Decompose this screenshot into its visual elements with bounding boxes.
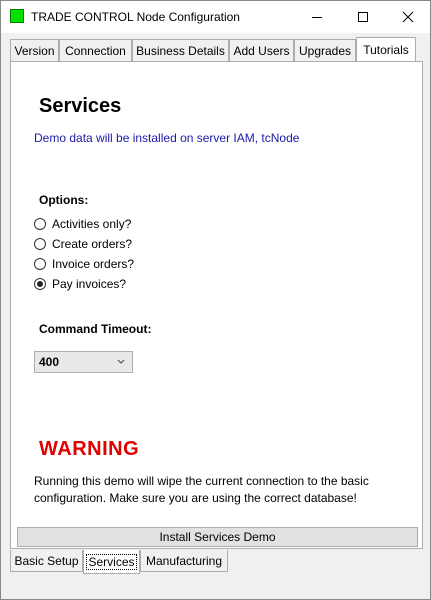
tab-services[interactable]: Services [83, 550, 140, 574]
option-label: Invoice orders? [52, 257, 135, 271]
warning-title: WARNING [39, 438, 140, 460]
minimize-icon [312, 17, 322, 18]
close-icon [402, 11, 414, 23]
radio-button[interactable] [34, 258, 46, 270]
tab-manufacturing[interactable]: Manufacturing [140, 550, 228, 572]
chevron-down-icon [117, 359, 125, 364]
option-create-orders[interactable]: Create orders? [34, 236, 132, 252]
app-window: TRADE CONTROL Node Configuration Version… [0, 0, 431, 600]
maximize-icon [358, 12, 368, 22]
radio-button[interactable] [34, 218, 46, 230]
radio-dot-icon [37, 281, 43, 287]
tab-connection[interactable]: Connection [59, 39, 132, 61]
option-label: Pay invoices? [52, 277, 127, 291]
tab-basic-setup[interactable]: Basic Setup [10, 550, 83, 572]
option-label: Create orders? [52, 237, 133, 251]
tab-business-details[interactable]: Business Details [132, 39, 229, 61]
option-activities-only[interactable]: Activities only? [34, 216, 131, 232]
radio-button[interactable] [34, 238, 46, 250]
minimize-button[interactable] [294, 1, 340, 33]
tab-version[interactable]: Version [10, 39, 59, 61]
radio-button-selected[interactable] [34, 278, 46, 290]
option-pay-invoices[interactable]: Pay invoices? [34, 276, 126, 292]
options-label: Options: [39, 193, 89, 207]
server-info-text: Demo data will be installed on server IA… [34, 131, 300, 145]
install-services-demo-button[interactable]: Install Services Demo [17, 527, 418, 547]
window-title: TRADE CONTROL Node Configuration [31, 10, 240, 24]
command-timeout-select[interactable]: 400 [34, 351, 133, 373]
command-timeout-value: 400 [39, 355, 60, 369]
tab-tutorials[interactable]: Tutorials [356, 37, 416, 61]
option-label: Activities only? [52, 217, 132, 231]
page-title: Services [39, 95, 122, 117]
title-bar[interactable]: TRADE CONTROL Node Configuration [1, 1, 430, 33]
app-icon [10, 9, 24, 23]
command-timeout-label: Command Timeout: [39, 322, 152, 336]
option-invoice-orders[interactable]: Invoice orders? [34, 256, 134, 272]
tab-services-label: Services [86, 553, 137, 570]
services-panel: Services Demo data will be installed on … [10, 61, 423, 549]
warning-text: Running this demo will wipe the current … [34, 474, 369, 505]
maximize-button[interactable] [340, 1, 386, 33]
close-button[interactable] [385, 1, 431, 33]
tab-upgrades[interactable]: Upgrades [294, 39, 356, 61]
tab-add-users[interactable]: Add Users [229, 39, 294, 61]
